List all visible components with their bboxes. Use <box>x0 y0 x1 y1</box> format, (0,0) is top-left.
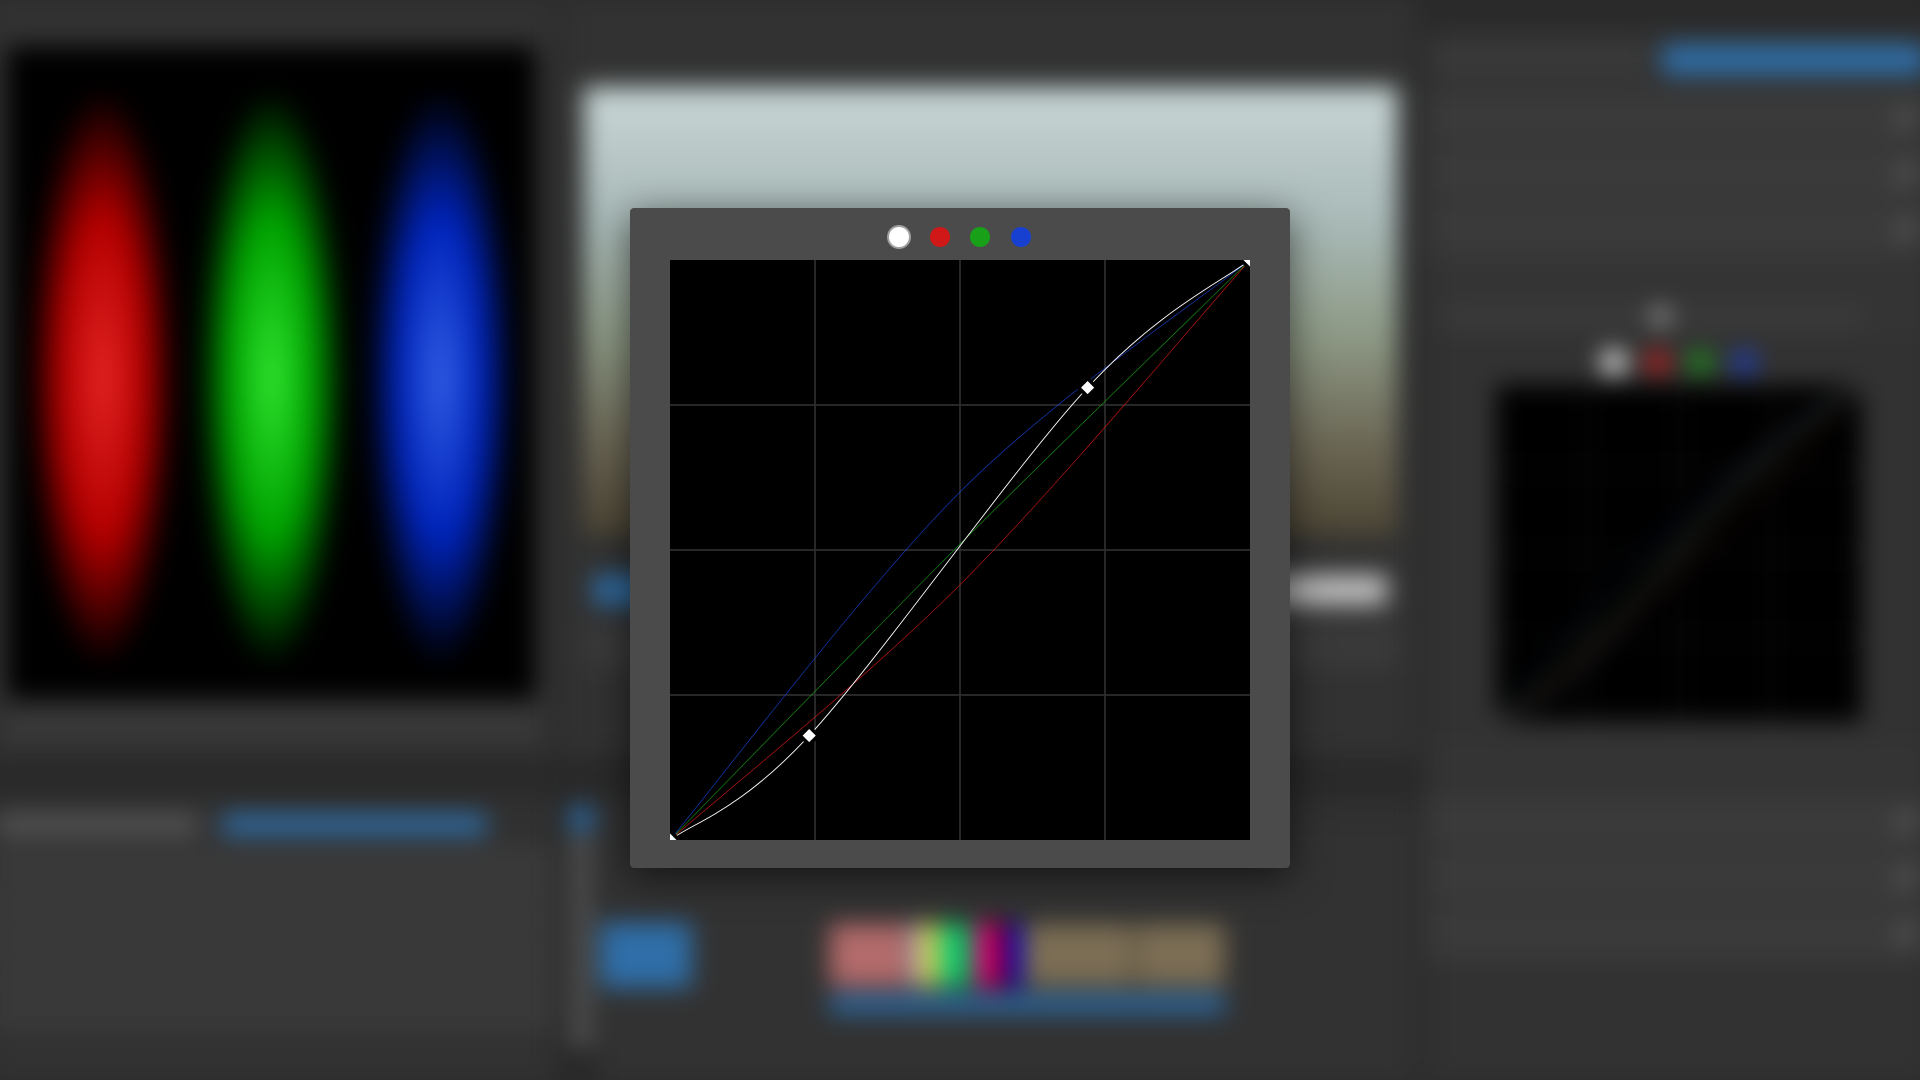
tool-icon <box>569 837 593 861</box>
clip-bars <box>910 923 1022 988</box>
checkmark-icon <box>1896 923 1914 941</box>
swatch-red-mini <box>1646 351 1668 373</box>
section-vignette <box>1425 903 1920 960</box>
effect-controls-tabs <box>0 765 556 800</box>
clip <box>1134 923 1226 988</box>
checkmark-icon <box>1896 163 1914 181</box>
scopes-panel <box>0 0 557 759</box>
scope-parade <box>7 46 535 699</box>
list-item <box>0 1000 556 1029</box>
tool-icon <box>569 959 593 983</box>
chip-highlight <box>222 814 487 834</box>
slider-thumb <box>1654 309 1668 323</box>
checkmark-icon <box>1896 866 1914 884</box>
parade-blue <box>367 87 515 668</box>
scopes-footer <box>7 715 535 739</box>
swatch-luma-mini <box>1603 351 1625 373</box>
section-creative <box>1425 143 1920 200</box>
swatch-green[interactable] <box>970 227 990 247</box>
swatch-luma[interactable] <box>889 227 909 247</box>
list-item <box>0 878 556 907</box>
subsection-hue-sat-curves <box>1425 740 1920 781</box>
swatch-blue[interactable] <box>1011 227 1031 247</box>
mini-curves-svg <box>1497 385 1862 722</box>
tool-icon <box>569 806 593 830</box>
section-hsl-secondary <box>1425 847 1920 904</box>
tool-icon <box>569 990 593 1014</box>
tool-icon <box>569 867 593 891</box>
sequence-clip-chip <box>1662 44 1920 75</box>
chip <box>0 814 199 834</box>
lumetri-panel <box>1424 0 1920 1080</box>
effect-controls-panel <box>0 764 557 1080</box>
channel-swatches <box>630 222 1290 252</box>
mini-channel-swatches <box>1425 342 1920 383</box>
list-item <box>0 969 556 998</box>
checkmark-icon <box>1896 219 1914 237</box>
tool-icon <box>569 929 593 953</box>
tool-column <box>563 800 600 1080</box>
section-curves <box>1425 199 1920 256</box>
tool-icon <box>569 1020 593 1044</box>
hdr-range-row <box>1425 296 1920 337</box>
checkmark-icon <box>1896 810 1914 828</box>
clip <box>1022 923 1134 988</box>
swatch-green-mini <box>1690 351 1712 373</box>
subsection-rgb-curves <box>1425 255 1920 296</box>
list-item <box>0 847 556 876</box>
curves-svg[interactable] <box>670 260 1250 840</box>
curves-canvas[interactable] <box>670 260 1250 840</box>
clip-audio <box>828 994 1226 1014</box>
effect-controls-header <box>0 810 556 839</box>
tool-icon <box>569 898 593 922</box>
rgb-curves-modal <box>630 208 1290 868</box>
clip <box>828 923 910 988</box>
master-clip-chip <box>1431 44 1645 75</box>
swatch-red[interactable] <box>930 227 950 247</box>
section-basic-correction <box>1425 87 1920 144</box>
track-header-v1 <box>600 923 692 988</box>
checkmark-icon <box>1896 107 1914 125</box>
swatch-blue-mini <box>1733 351 1755 373</box>
list-item <box>0 908 556 937</box>
lumetri-title-bar <box>1425 0 1920 30</box>
section-color-wheels <box>1425 791 1920 848</box>
parade-green <box>198 87 346 668</box>
list-item <box>0 939 556 968</box>
parade-red <box>28 87 176 668</box>
hdr-range-slider <box>1446 315 1862 319</box>
mini-curves-canvas <box>1497 385 1862 722</box>
